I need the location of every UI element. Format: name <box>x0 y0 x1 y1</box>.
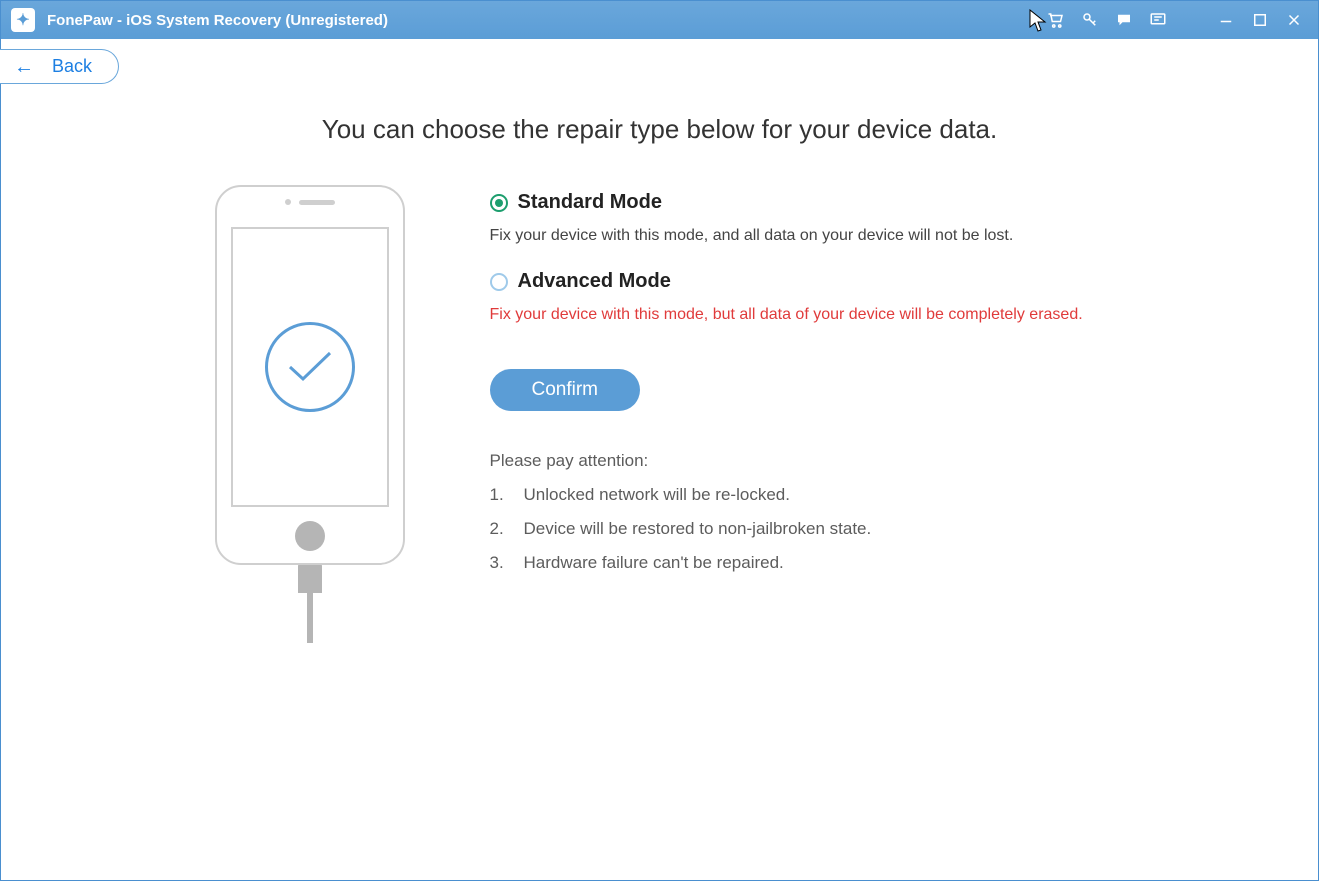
radio-checked-icon <box>490 194 508 212</box>
chat-icon[interactable] <box>1114 10 1134 30</box>
attention-item: 3. Hardware failure can't be repaired. <box>490 553 1130 573</box>
key-icon[interactable] <box>1080 10 1100 30</box>
attention-item: 2. Device will be restored to non-jailbr… <box>490 519 1130 539</box>
advanced-mode-title: Advanced Mode <box>518 270 671 293</box>
maximize-icon[interactable] <box>1250 10 1270 30</box>
minimize-icon[interactable] <box>1216 10 1236 30</box>
advanced-mode-desc: Fix your device with this mode, but all … <box>490 303 1130 327</box>
attention-title: Please pay attention: <box>490 451 1130 471</box>
cart-icon[interactable] <box>1046 10 1066 30</box>
mode-advanced: Advanced Mode Fix your device with this … <box>490 270 1130 327</box>
back-label: Back <box>52 56 92 77</box>
back-arrow-icon: ← <box>14 57 34 77</box>
back-button[interactable]: ← Back <box>0 49 119 84</box>
page-heading: You can choose the repair type below for… <box>41 114 1278 145</box>
radio-standard-mode[interactable]: Standard Mode <box>490 191 1130 214</box>
mode-standard: Standard Mode Fix your device with this … <box>490 191 1130 248</box>
app-window: ✦ FonePaw - iOS System Recovery (Unregis… <box>0 0 1319 881</box>
checkmark-icon <box>265 322 355 412</box>
confirm-button[interactable]: Confirm <box>490 369 641 411</box>
titlebar: ✦ FonePaw - iOS System Recovery (Unregis… <box>1 1 1318 39</box>
titlebar-icons <box>1046 10 1318 30</box>
radio-unchecked-icon <box>490 273 508 291</box>
attention-item: 1. Unlocked network will be re-locked. <box>490 485 1130 505</box>
device-illustration <box>190 185 430 643</box>
close-icon[interactable] <box>1284 10 1304 30</box>
app-logo: ✦ <box>11 8 35 32</box>
radio-advanced-mode[interactable]: Advanced Mode <box>490 270 1130 293</box>
standard-mode-desc: Fix your device with this mode, and all … <box>490 224 1130 248</box>
attention-section: Please pay attention: 1. Unlocked networ… <box>490 451 1130 573</box>
standard-mode-title: Standard Mode <box>518 191 662 214</box>
app-title: FonePaw - iOS System Recovery (Unregiste… <box>47 12 388 29</box>
feedback-icon[interactable] <box>1148 10 1168 30</box>
